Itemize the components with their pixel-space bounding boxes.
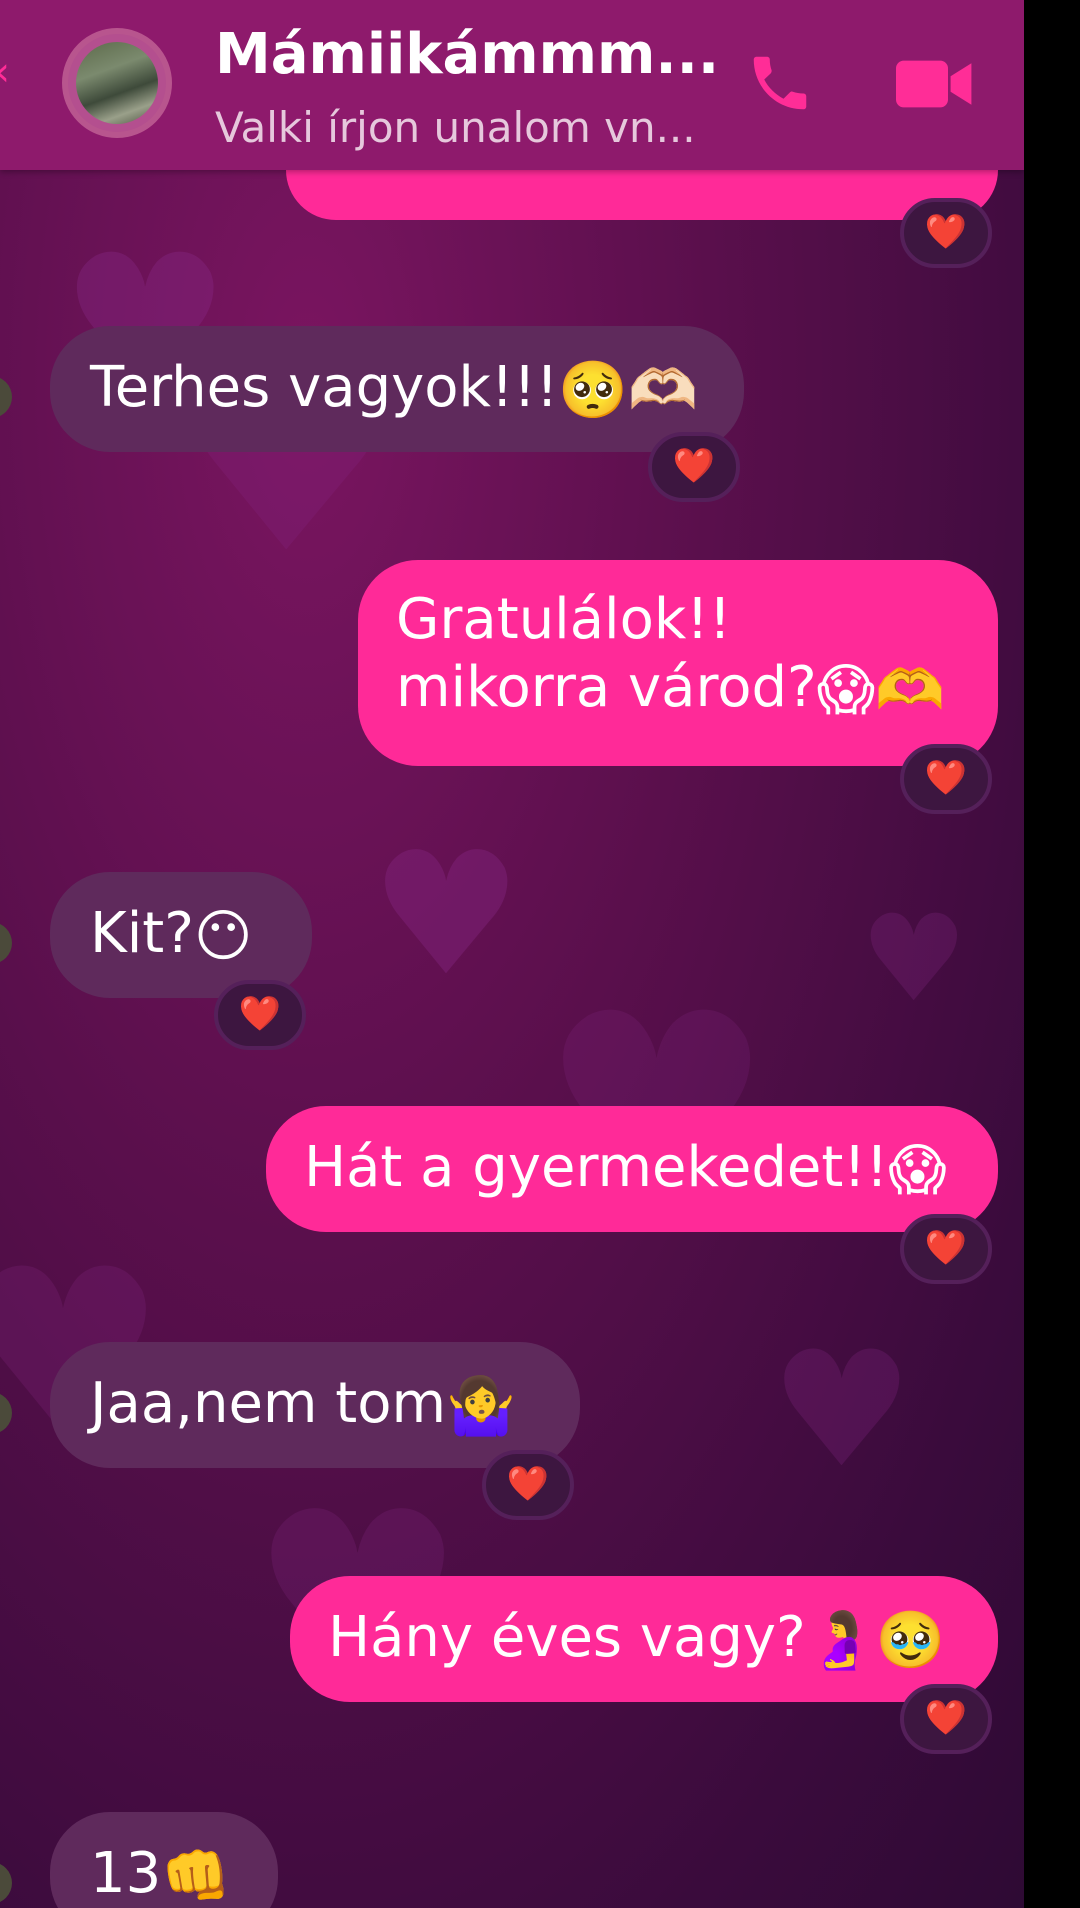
- message-emoji: 👊: [161, 1843, 231, 1908]
- message-bubble-incoming[interactable]: 13👊: [50, 1812, 278, 1908]
- background-heart-icon: ♥: [770, 1316, 914, 1503]
- phone-icon: [753, 56, 807, 110]
- message-emoji: 🤷‍♀️: [446, 1373, 516, 1439]
- call-button[interactable]: [745, 48, 815, 118]
- reaction-heart-icon[interactable]: ❤️: [900, 1684, 992, 1754]
- video-call-button[interactable]: [896, 58, 974, 110]
- message-bubble-incoming[interactable]: Jaa,nem tom🤷‍♀️: [50, 1342, 580, 1468]
- message-bubble-outgoing[interactable]: Gratulálok!! mikorra várod?😱🫶: [358, 560, 998, 766]
- contact-avatar[interactable]: [62, 28, 172, 138]
- message-emoji: 🥺🫶🏻: [558, 357, 698, 423]
- message-bubble-outgoing[interactable]: Hány éves vagy?🤰🥹: [290, 1576, 998, 1702]
- message-bubble-outgoing[interactable]: Hát a gyermekedet!!😱: [266, 1106, 998, 1232]
- background-heart-icon: ♥: [370, 816, 523, 1014]
- background-heart-icon: ♥: [860, 890, 968, 1029]
- reaction-heart-icon[interactable]: ❤️: [648, 432, 740, 502]
- reaction-heart-icon[interactable]: ❤️: [214, 980, 306, 1050]
- message-emoji: 🤰🥹: [805, 1607, 946, 1673]
- chat-header: ‹ Mámiikámmm... Valki írjon unalom vn...: [0, 0, 1024, 170]
- reaction-heart-icon[interactable]: ❤️: [482, 1450, 574, 1520]
- message-emoji: 😶: [193, 903, 253, 969]
- message-text: Gratulálok!! mikorra várod?: [396, 587, 817, 720]
- sender-avatar[interactable]: [0, 922, 12, 964]
- message-text: 13: [90, 1841, 162, 1906]
- sender-avatar[interactable]: [0, 1392, 12, 1434]
- message-text: Kit?: [90, 901, 194, 966]
- video-camera-icon: [896, 60, 972, 108]
- back-arrow-icon[interactable]: ‹: [0, 60, 8, 84]
- message-text: Terhes vagyok!!!: [90, 355, 559, 420]
- screen-edge: [1024, 0, 1080, 1908]
- chat-screen: ♥ ♥ ♥ ♥ ♥ ♥ ♥ ♥ ❤️ Terhes vagyok!!!🥺🫶🏻 ❤…: [0, 0, 1024, 1908]
- sender-avatar[interactable]: [0, 376, 12, 418]
- reaction-heart-icon[interactable]: ❤️: [900, 744, 992, 814]
- contact-status: Valki írjon unalom vn...: [215, 103, 696, 152]
- message-emoji: 😱🫶: [816, 657, 945, 723]
- avatar-photo: [76, 42, 158, 124]
- reaction-heart-icon[interactable]: ❤️: [900, 1214, 992, 1284]
- message-text: Jaa,nem tom: [90, 1371, 447, 1436]
- message-text: Hány éves vagy?: [328, 1605, 806, 1670]
- sender-avatar[interactable]: [0, 1862, 12, 1904]
- message-bubble-incoming[interactable]: Terhes vagyok!!!🥺🫶🏻: [50, 326, 744, 452]
- contact-name[interactable]: Mámiikámmm...: [215, 22, 719, 87]
- reaction-heart-icon[interactable]: ❤️: [900, 198, 992, 268]
- message-text: Hát a gyermekedet!!: [304, 1135, 889, 1200]
- message-emoji: 😱: [888, 1137, 947, 1203]
